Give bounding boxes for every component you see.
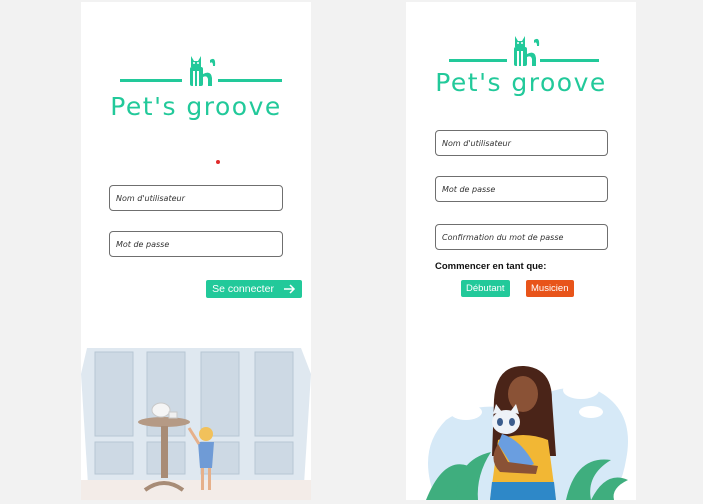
logo-line-right	[540, 59, 599, 62]
login-screen: Pet's groove Se connecter	[81, 2, 311, 500]
woman-cat-illustration	[426, 365, 628, 500]
role-musician-button[interactable]: Musicien	[526, 280, 574, 297]
connect-button[interactable]: Se connecter	[206, 280, 302, 298]
signup-screen: Pet's groove Commencer en tant que: Débu…	[406, 2, 636, 500]
start-as-label: Commencer en tant que:	[435, 261, 547, 272]
logo-line-left	[120, 79, 182, 82]
logo-line-right	[218, 79, 282, 82]
password-input[interactable]	[436, 177, 607, 201]
cat-icon	[190, 56, 216, 86]
username-input[interactable]	[110, 186, 282, 210]
error-indicator-dot	[216, 160, 220, 164]
username-field[interactable]	[435, 130, 608, 156]
username-field[interactable]	[109, 185, 283, 211]
cat-icon	[514, 36, 540, 66]
password-field[interactable]	[109, 231, 283, 257]
confirm-password-input[interactable]	[436, 225, 607, 249]
app-name: Pet's groove	[110, 92, 282, 121]
confirm-password-field[interactable]	[435, 224, 608, 250]
password-input[interactable]	[110, 232, 282, 256]
app-logo: Pet's groove	[81, 50, 311, 130]
app-name: Pet's groove	[435, 68, 607, 97]
password-field[interactable]	[435, 176, 608, 202]
username-input[interactable]	[436, 131, 607, 155]
arrow-right-icon	[283, 284, 295, 294]
app-logo: Pet's groove	[406, 30, 636, 110]
logo-line-left	[449, 59, 507, 62]
girl-table-illustration	[81, 348, 311, 500]
connect-button-label: Se connecter	[212, 283, 274, 295]
role-beginner-button[interactable]: Débutant	[461, 280, 510, 297]
